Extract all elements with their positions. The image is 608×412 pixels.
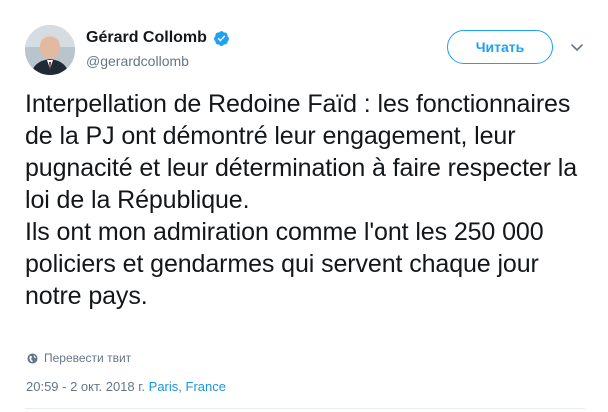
location-separator: , — [178, 379, 182, 394]
author-handle[interactable]: @gerardcollomb — [86, 53, 189, 69]
translate-tweet-label[interactable]: Перевести твит — [44, 351, 131, 365]
tweet-card: Gérard Collomb @gerardcollomb Читать Int… — [0, 0, 608, 412]
verified-badge-icon — [213, 30, 229, 46]
tweet-timestamp[interactable]: 20:59 - 2 окт. 2018 г. — [26, 379, 145, 394]
tweet-metadata: 20:59 - 2 окт. 2018 г. Paris, France — [26, 379, 226, 394]
divider — [25, 408, 585, 409]
author-name-row[interactable]: Gérard Collomb — [86, 29, 230, 47]
globe-icon — [27, 352, 38, 364]
tweet-text: Interpellation de Redoine Faïd : les fon… — [25, 90, 578, 310]
follow-button[interactable]: Читать — [447, 30, 553, 64]
chevron-down-icon[interactable] — [569, 41, 585, 53]
avatar[interactable] — [25, 25, 75, 75]
translate-tweet-link[interactable]: Перевести твит — [27, 351, 131, 365]
location-city-link[interactable]: Paris — [149, 379, 179, 394]
location-country-link[interactable]: France — [186, 379, 226, 394]
author-display-name[interactable]: Gérard Collomb — [86, 29, 207, 47]
avatar-photo — [25, 25, 75, 75]
